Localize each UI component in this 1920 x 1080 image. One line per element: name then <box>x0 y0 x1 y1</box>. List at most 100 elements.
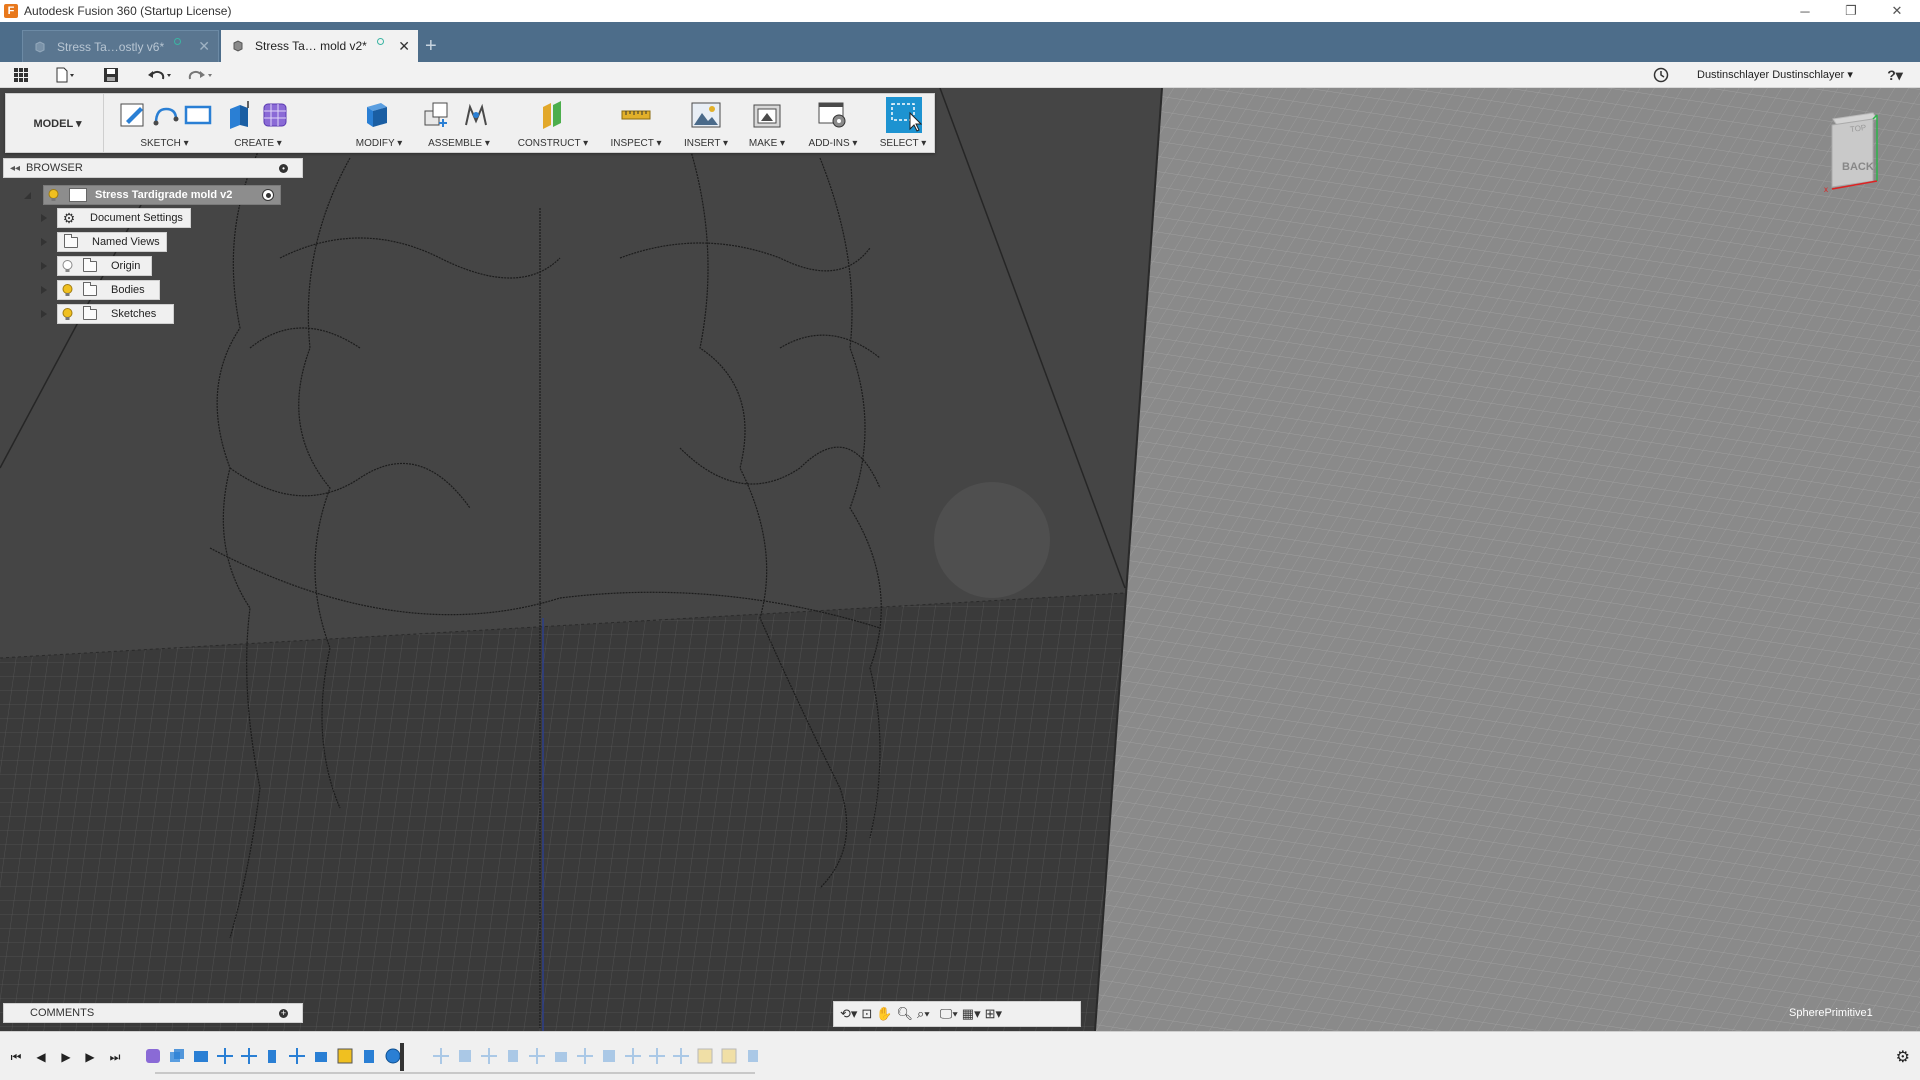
expand-triangle-icon[interactable] <box>39 237 49 247</box>
close-window-button[interactable]: ✕ <box>1874 0 1920 22</box>
insert-image-icon[interactable] <box>690 99 722 131</box>
timeline-feature-icon[interactable] <box>168 1047 186 1065</box>
expand-triangle-icon[interactable] <box>39 213 49 223</box>
insert-menu[interactable]: INSERT ▾ <box>676 138 736 149</box>
timeline-suppressed-icon[interactable] <box>600 1047 618 1065</box>
construct-menu[interactable]: CONSTRUCT ▾ <box>510 138 596 149</box>
folder-icon <box>64 233 78 248</box>
data-panel-icon[interactable] <box>12 66 30 84</box>
expand-triangle-icon[interactable] <box>39 285 49 295</box>
sphere-primitive[interactable] <box>934 482 1050 598</box>
add-comment-icon[interactable]: + <box>279 1008 288 1018</box>
timeline-move-icon[interactable] <box>240 1047 258 1065</box>
timeline-suppressed-icon[interactable] <box>504 1047 522 1065</box>
timeline-suppressed-icon[interactable] <box>552 1047 570 1065</box>
activate-component-icon[interactable] <box>262 189 274 201</box>
timeline-suppressed-icon[interactable] <box>648 1047 666 1065</box>
visibility-bulb-icon[interactable] <box>62 307 73 321</box>
timeline-suppressed-icon[interactable] <box>672 1047 690 1065</box>
close-tab-icon[interactable]: ✕ <box>398 38 410 55</box>
browser-header[interactable]: ◂◂ BROWSER • <box>3 158 303 178</box>
zoom-icon[interactable]: 🔍︎ <box>897 1005 914 1023</box>
timeline-sketch-icon[interactable] <box>336 1047 354 1065</box>
timeline-settings-gear-icon[interactable]: ⚙ <box>1896 1047 1910 1067</box>
timeline-suppressed-icon[interactable] <box>624 1047 642 1065</box>
select-tool-icon[interactable] <box>886 97 922 133</box>
sketch-menu[interactable]: SKETCH ▾ <box>112 138 217 149</box>
rectangle-tool-icon[interactable] <box>182 99 214 131</box>
save-icon[interactable] <box>102 66 120 84</box>
restore-button[interactable]: ❐ <box>1828 0 1874 22</box>
timeline-move-icon[interactable] <box>288 1047 306 1065</box>
create-sketch-icon[interactable] <box>118 99 150 131</box>
timeline-form-icon[interactable] <box>144 1047 162 1065</box>
browser-pin-icon[interactable]: • <box>279 163 288 173</box>
timeline-suppressed-icon[interactable] <box>576 1047 594 1065</box>
make-menu[interactable]: MAKE ▾ <box>740 138 794 149</box>
timeline-suppressed-icon[interactable] <box>696 1047 714 1065</box>
grid-settings-icon[interactable]: ▦▾ <box>962 1005 981 1023</box>
inspect-menu[interactable]: INSPECT ▾ <box>603 138 669 149</box>
extrude-icon[interactable] <box>224 99 256 131</box>
orbit-icon[interactable]: ⟲▾ <box>840 1005 857 1023</box>
user-account-menu[interactable]: Dustinschlayer Dustinschlayer ▾ <box>1697 68 1853 81</box>
display-settings-icon[interactable]: 🖵▾ <box>940 1005 958 1023</box>
file-icon[interactable] <box>52 66 80 84</box>
timeline-suppressed-icon[interactable] <box>432 1047 450 1065</box>
tree-root-label: Stress Tardigrade mold v2 <box>95 189 233 201</box>
timeline-marker[interactable] <box>400 1043 404 1071</box>
tab-stress-mold-v2[interactable]: Stress Ta… mold v2* ✕ <box>221 30 418 62</box>
play-icon[interactable]: ▶ <box>58 1049 74 1065</box>
timeline-suppressed-icon[interactable] <box>720 1047 738 1065</box>
workspace-switcher[interactable]: MODEL ▾ <box>12 94 104 152</box>
create-menu[interactable]: CREATE ▾ <box>219 138 297 149</box>
minimize-button[interactable]: ─ <box>1782 0 1828 22</box>
joint-icon[interactable] <box>460 99 492 131</box>
viewcube[interactable]: x TOP BACK <box>1815 107 1895 197</box>
visibility-bulb-icon[interactable] <box>62 283 73 297</box>
timeline-suppressed-icon[interactable] <box>528 1047 546 1065</box>
press-pull-icon[interactable] <box>361 99 393 131</box>
new-component-icon[interactable] <box>421 99 453 131</box>
form-icon[interactable] <box>259 99 291 131</box>
timeline-suppressed-icon[interactable] <box>456 1047 474 1065</box>
add-ins-menu[interactable]: ADD-INS ▾ <box>802 138 864 149</box>
timeline-feature-icon[interactable] <box>312 1047 330 1065</box>
scripts-addins-icon[interactable] <box>817 99 849 131</box>
viewports-icon[interactable]: ⊞▾ <box>985 1005 1002 1023</box>
fit-icon[interactable]: ⌕▾ <box>917 1005 930 1023</box>
go-to-end-icon[interactable]: ⏭ <box>107 1049 123 1065</box>
close-tab-icon[interactable]: ✕ <box>198 38 210 55</box>
redo-icon[interactable] <box>186 66 216 84</box>
collapse-triangle-icon[interactable] <box>22 190 32 200</box>
step-forward-icon[interactable]: ▶ <box>82 1049 98 1065</box>
timeline-feature-icon[interactable] <box>264 1047 282 1065</box>
modify-menu[interactable]: MODIFY ▾ <box>347 138 411 149</box>
expand-triangle-icon[interactable] <box>39 309 49 319</box>
assemble-menu[interactable]: ASSEMBLE ▾ <box>416 138 502 149</box>
comments-panel[interactable]: COMMENTS + <box>3 1003 303 1023</box>
visibility-bulb-off-icon[interactable] <box>62 259 73 273</box>
timeline-suppressed-icon[interactable] <box>744 1047 762 1065</box>
collapse-browser-icon[interactable]: ◂◂ <box>4 163 26 174</box>
go-to-start-icon[interactable]: ⏮ <box>8 1049 24 1065</box>
pan-icon[interactable]: ✋ <box>876 1005 892 1023</box>
expand-triangle-icon[interactable] <box>39 261 49 271</box>
select-menu[interactable]: SELECT ▾ <box>872 138 934 149</box>
new-tab-button[interactable]: + <box>425 36 437 56</box>
visibility-bulb-icon[interactable] <box>48 188 59 202</box>
job-status-icon[interactable] <box>1652 66 1670 84</box>
measure-icon[interactable] <box>620 99 652 131</box>
line-tool-icon[interactable] <box>150 99 182 131</box>
timeline-feature-icon[interactable] <box>192 1047 210 1065</box>
timeline-move-icon[interactable] <box>216 1047 234 1065</box>
undo-icon[interactable] <box>145 66 175 84</box>
tab-stress-mostly-v6[interactable]: Stress Ta…ostly v6* ✕ <box>22 30 219 62</box>
3d-print-icon[interactable] <box>751 99 783 131</box>
help-icon[interactable]: ?▾ <box>1880 66 1910 84</box>
timeline-feature-icon[interactable] <box>360 1047 378 1065</box>
timeline-suppressed-icon[interactable] <box>480 1047 498 1065</box>
look-at-icon[interactable]: ⊡ <box>861 1005 872 1023</box>
step-back-icon[interactable]: ◀ <box>33 1049 49 1065</box>
offset-plane-icon[interactable] <box>537 99 569 131</box>
